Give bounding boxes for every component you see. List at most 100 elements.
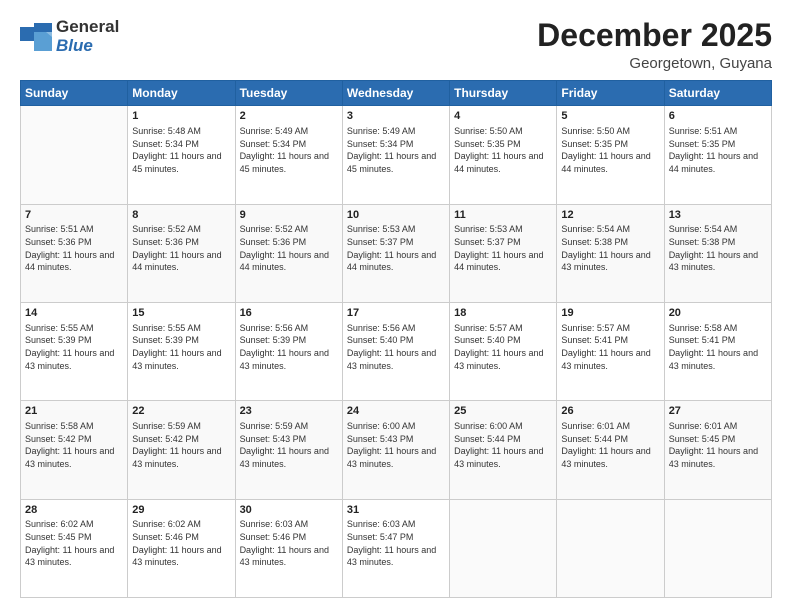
day-number: 5 [561, 109, 659, 124]
week-row-2: 7Sunrise: 5:51 AMSunset: 5:36 PMDaylight… [21, 204, 772, 302]
calendar-header-row: SundayMondayTuesdayWednesdayThursdayFrid… [21, 81, 772, 106]
calendar-cell: 30Sunrise: 6:03 AMSunset: 5:46 PMDayligh… [235, 499, 342, 597]
day-info: Sunrise: 5:53 AMSunset: 5:37 PMDaylight:… [347, 223, 445, 273]
day-info: Sunrise: 6:03 AMSunset: 5:46 PMDaylight:… [240, 518, 338, 568]
calendar-cell: 26Sunrise: 6:01 AMSunset: 5:44 PMDayligh… [557, 401, 664, 499]
calendar-cell: 21Sunrise: 5:58 AMSunset: 5:42 PMDayligh… [21, 401, 128, 499]
day-info: Sunrise: 6:02 AMSunset: 5:45 PMDaylight:… [25, 518, 123, 568]
calendar-header-wednesday: Wednesday [342, 81, 449, 106]
day-info: Sunrise: 5:55 AMSunset: 5:39 PMDaylight:… [25, 322, 123, 372]
location: Georgetown, Guyana [537, 55, 772, 72]
week-row-4: 21Sunrise: 5:58 AMSunset: 5:42 PMDayligh… [21, 401, 772, 499]
calendar-cell: 19Sunrise: 5:57 AMSunset: 5:41 PMDayligh… [557, 302, 664, 400]
calendar-cell: 20Sunrise: 5:58 AMSunset: 5:41 PMDayligh… [664, 302, 771, 400]
calendar-cell: 24Sunrise: 6:00 AMSunset: 5:43 PMDayligh… [342, 401, 449, 499]
day-info: Sunrise: 5:53 AMSunset: 5:37 PMDaylight:… [454, 223, 552, 273]
day-number: 16 [240, 306, 338, 321]
day-info: Sunrise: 5:57 AMSunset: 5:40 PMDaylight:… [454, 322, 552, 372]
logo: General Blue [20, 18, 119, 55]
day-number: 23 [240, 404, 338, 419]
calendar-cell: 27Sunrise: 6:01 AMSunset: 5:45 PMDayligh… [664, 401, 771, 499]
day-number: 3 [347, 109, 445, 124]
day-number: 15 [132, 306, 230, 321]
day-number: 13 [669, 208, 767, 223]
day-info: Sunrise: 6:00 AMSunset: 5:43 PMDaylight:… [347, 420, 445, 470]
day-info: Sunrise: 5:55 AMSunset: 5:39 PMDaylight:… [132, 322, 230, 372]
calendar-header-friday: Friday [557, 81, 664, 106]
day-info: Sunrise: 5:56 AMSunset: 5:40 PMDaylight:… [347, 322, 445, 372]
calendar-cell: 25Sunrise: 6:00 AMSunset: 5:44 PMDayligh… [450, 401, 557, 499]
day-number: 12 [561, 208, 659, 223]
calendar-cell: 8Sunrise: 5:52 AMSunset: 5:36 PMDaylight… [128, 204, 235, 302]
calendar-cell [450, 499, 557, 597]
day-number: 14 [25, 306, 123, 321]
calendar-cell: 1Sunrise: 5:48 AMSunset: 5:34 PMDaylight… [128, 106, 235, 204]
week-row-5: 28Sunrise: 6:02 AMSunset: 5:45 PMDayligh… [21, 499, 772, 597]
calendar-cell: 18Sunrise: 5:57 AMSunset: 5:40 PMDayligh… [450, 302, 557, 400]
calendar-header-thursday: Thursday [450, 81, 557, 106]
calendar-header-saturday: Saturday [664, 81, 771, 106]
title-block: December 2025 Georgetown, Guyana [537, 18, 772, 72]
day-info: Sunrise: 5:52 AMSunset: 5:36 PMDaylight:… [240, 223, 338, 273]
day-info: Sunrise: 5:49 AMSunset: 5:34 PMDaylight:… [240, 125, 338, 175]
day-info: Sunrise: 6:03 AMSunset: 5:47 PMDaylight:… [347, 518, 445, 568]
calendar-cell: 22Sunrise: 5:59 AMSunset: 5:42 PMDayligh… [128, 401, 235, 499]
day-info: Sunrise: 5:48 AMSunset: 5:34 PMDaylight:… [132, 125, 230, 175]
calendar-header-monday: Monday [128, 81, 235, 106]
day-info: Sunrise: 5:50 AMSunset: 5:35 PMDaylight:… [561, 125, 659, 175]
day-number: 21 [25, 404, 123, 419]
calendar-header-sunday: Sunday [21, 81, 128, 106]
day-info: Sunrise: 6:02 AMSunset: 5:46 PMDaylight:… [132, 518, 230, 568]
day-info: Sunrise: 5:59 AMSunset: 5:43 PMDaylight:… [240, 420, 338, 470]
day-info: Sunrise: 5:49 AMSunset: 5:34 PMDaylight:… [347, 125, 445, 175]
day-number: 6 [669, 109, 767, 124]
day-number: 17 [347, 306, 445, 321]
calendar-cell [21, 106, 128, 204]
calendar-cell: 28Sunrise: 6:02 AMSunset: 5:45 PMDayligh… [21, 499, 128, 597]
logo-icon [20, 23, 52, 51]
calendar-cell: 17Sunrise: 5:56 AMSunset: 5:40 PMDayligh… [342, 302, 449, 400]
logo-blue: Blue [56, 36, 93, 55]
calendar-header-tuesday: Tuesday [235, 81, 342, 106]
calendar-cell: 16Sunrise: 5:56 AMSunset: 5:39 PMDayligh… [235, 302, 342, 400]
day-info: Sunrise: 5:51 AMSunset: 5:36 PMDaylight:… [25, 223, 123, 273]
calendar-cell: 5Sunrise: 5:50 AMSunset: 5:35 PMDaylight… [557, 106, 664, 204]
day-number: 11 [454, 208, 552, 223]
day-number: 25 [454, 404, 552, 419]
calendar-cell: 3Sunrise: 5:49 AMSunset: 5:34 PMDaylight… [342, 106, 449, 204]
day-number: 9 [240, 208, 338, 223]
day-number: 31 [347, 503, 445, 518]
day-info: Sunrise: 5:56 AMSunset: 5:39 PMDaylight:… [240, 322, 338, 372]
calendar-cell: 9Sunrise: 5:52 AMSunset: 5:36 PMDaylight… [235, 204, 342, 302]
calendar-cell: 29Sunrise: 6:02 AMSunset: 5:46 PMDayligh… [128, 499, 235, 597]
day-info: Sunrise: 6:01 AMSunset: 5:44 PMDaylight:… [561, 420, 659, 470]
day-number: 4 [454, 109, 552, 124]
calendar-cell: 6Sunrise: 5:51 AMSunset: 5:35 PMDaylight… [664, 106, 771, 204]
day-number: 19 [561, 306, 659, 321]
day-number: 10 [347, 208, 445, 223]
calendar-cell: 13Sunrise: 5:54 AMSunset: 5:38 PMDayligh… [664, 204, 771, 302]
day-number: 30 [240, 503, 338, 518]
day-number: 29 [132, 503, 230, 518]
day-info: Sunrise: 5:50 AMSunset: 5:35 PMDaylight:… [454, 125, 552, 175]
day-number: 18 [454, 306, 552, 321]
day-info: Sunrise: 5:54 AMSunset: 5:38 PMDaylight:… [669, 223, 767, 273]
month-title: December 2025 [537, 18, 772, 53]
day-number: 7 [25, 208, 123, 223]
calendar-cell: 31Sunrise: 6:03 AMSunset: 5:47 PMDayligh… [342, 499, 449, 597]
calendar-cell: 23Sunrise: 5:59 AMSunset: 5:43 PMDayligh… [235, 401, 342, 499]
calendar-table: SundayMondayTuesdayWednesdayThursdayFrid… [20, 80, 772, 598]
day-number: 28 [25, 503, 123, 518]
calendar-cell: 7Sunrise: 5:51 AMSunset: 5:36 PMDaylight… [21, 204, 128, 302]
day-number: 8 [132, 208, 230, 223]
calendar-cell: 12Sunrise: 5:54 AMSunset: 5:38 PMDayligh… [557, 204, 664, 302]
calendar-cell: 4Sunrise: 5:50 AMSunset: 5:35 PMDaylight… [450, 106, 557, 204]
page: General Blue December 2025 Georgetown, G… [0, 0, 792, 612]
day-number: 2 [240, 109, 338, 124]
calendar-cell: 2Sunrise: 5:49 AMSunset: 5:34 PMDaylight… [235, 106, 342, 204]
day-info: Sunrise: 5:52 AMSunset: 5:36 PMDaylight:… [132, 223, 230, 273]
day-info: Sunrise: 5:59 AMSunset: 5:42 PMDaylight:… [132, 420, 230, 470]
day-info: Sunrise: 5:51 AMSunset: 5:35 PMDaylight:… [669, 125, 767, 175]
day-info: Sunrise: 6:00 AMSunset: 5:44 PMDaylight:… [454, 420, 552, 470]
calendar-cell [664, 499, 771, 597]
